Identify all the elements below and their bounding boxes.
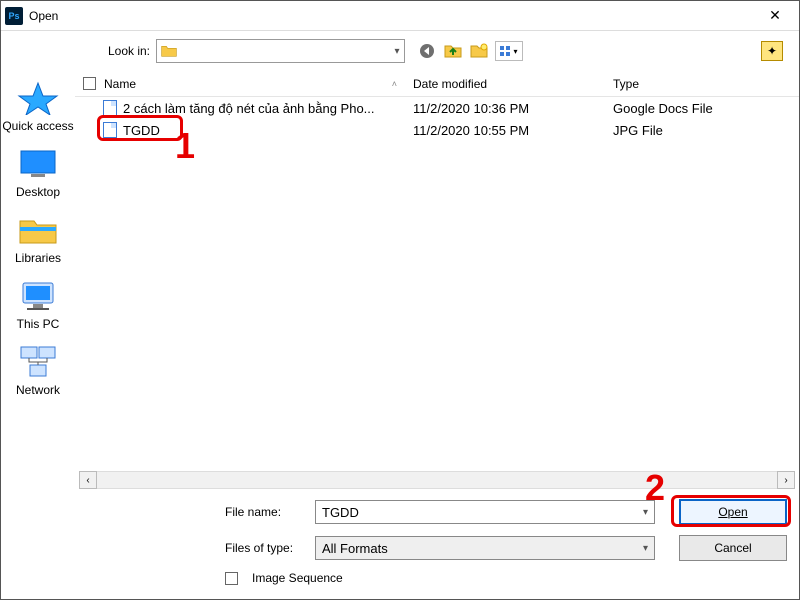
lookin-combo[interactable]: ▾ [156, 39, 405, 63]
places-bar: Quick access Desktop Libraries This PC [1, 71, 75, 599]
place-label: This PC [17, 317, 60, 331]
annotation-number-2: 2 [645, 467, 665, 509]
header-date[interactable]: Date modified [405, 71, 605, 96]
cancel-button[interactable]: Cancel [679, 535, 787, 561]
scroll-right-button[interactable]: › [777, 471, 795, 489]
lookin-label: Look in: [1, 44, 156, 58]
filetypes-label: Files of type: [87, 541, 315, 555]
photoshop-icon: Ps [5, 7, 23, 25]
favorite-button[interactable]: ✦ [761, 41, 783, 61]
filetypes-combo[interactable]: All Formats ▾ [315, 536, 655, 560]
file-type: Google Docs File [605, 101, 799, 116]
file-list: Name ˄ Date modified Type 2 cách làm tăn… [75, 71, 799, 599]
place-quick-access[interactable]: Quick access [2, 81, 73, 133]
toolbar-icons: ▾ [417, 41, 523, 61]
titlebar: Ps Open ✕ [1, 1, 799, 31]
close-button[interactable]: ✕ [755, 7, 795, 24]
header-name[interactable]: Name ˄ [75, 71, 405, 96]
filetypes-value: All Formats [322, 541, 388, 556]
file-name: 2 cách làm tăng độ nét của ảnh bằng Pho.… [123, 101, 375, 116]
scroll-left-button[interactable]: ‹ [79, 471, 97, 489]
filename-label: File name: [87, 505, 315, 519]
back-button[interactable] [417, 41, 437, 61]
this-pc-icon [17, 279, 59, 313]
quick-access-icon [17, 81, 59, 115]
image-sequence-row: Image Sequence [225, 571, 787, 585]
lookin-toolbar: Look in: ▾ ▾ ✦ [1, 31, 799, 71]
sort-caret-icon: ˄ [392, 79, 397, 89]
folder-icon [161, 44, 177, 58]
place-this-pc[interactable]: This PC [17, 279, 60, 331]
horizontal-scrollbar[interactable]: ‹ › [79, 471, 795, 489]
image-sequence-checkbox[interactable] [225, 572, 238, 585]
view-menu-button[interactable]: ▾ [495, 41, 523, 61]
chevron-down-icon: ▾ [394, 46, 399, 57]
annotation-highlight-1 [97, 115, 183, 141]
filename-value: TGDD [322, 505, 359, 520]
file-rows: 2 cách làm tăng độ nét của ảnh bằng Pho.… [75, 97, 799, 467]
annotation-highlight-2 [671, 495, 791, 527]
column-headers: Name ˄ Date modified Type [75, 71, 799, 97]
header-name-label: Name [104, 77, 136, 91]
libraries-icon [17, 213, 59, 247]
place-label: Libraries [15, 251, 61, 265]
open-dialog: Ps Open ✕ Look in: ▾ ▾ [0, 0, 800, 600]
file-date: 11/2/2020 10:36 PM [405, 101, 605, 116]
window-title: Open [29, 9, 755, 23]
chevron-down-icon: ▾ [513, 47, 517, 56]
filename-combo[interactable]: TGDD ▾ [315, 500, 655, 524]
new-folder-button[interactable] [469, 41, 489, 61]
image-sequence-label: Image Sequence [252, 571, 343, 585]
place-label: Desktop [16, 185, 60, 199]
place-label: Quick access [2, 119, 73, 133]
desktop-icon [17, 147, 59, 181]
bottom-panel: File name: TGDD ▾ Open Files of type: Al… [75, 489, 799, 599]
select-all-checkbox[interactable] [83, 77, 96, 90]
chevron-down-icon: ▾ [643, 543, 648, 554]
place-desktop[interactable]: Desktop [16, 147, 60, 199]
place-network[interactable]: Network [16, 345, 60, 397]
network-icon [17, 345, 59, 379]
file-type: JPG File [605, 123, 799, 138]
file-date: 11/2/2020 10:55 PM [405, 123, 605, 138]
header-type[interactable]: Type [605, 71, 799, 96]
place-label: Network [16, 383, 60, 397]
up-folder-button[interactable] [443, 41, 463, 61]
table-row[interactable]: 2 cách làm tăng độ nét của ảnh bằng Pho.… [75, 97, 799, 119]
scroll-track[interactable] [97, 471, 777, 489]
place-libraries[interactable]: Libraries [15, 213, 61, 265]
annotation-number-1: 1 [175, 125, 195, 167]
file-icon [103, 100, 117, 116]
main-area: Quick access Desktop Libraries This PC [1, 71, 799, 599]
